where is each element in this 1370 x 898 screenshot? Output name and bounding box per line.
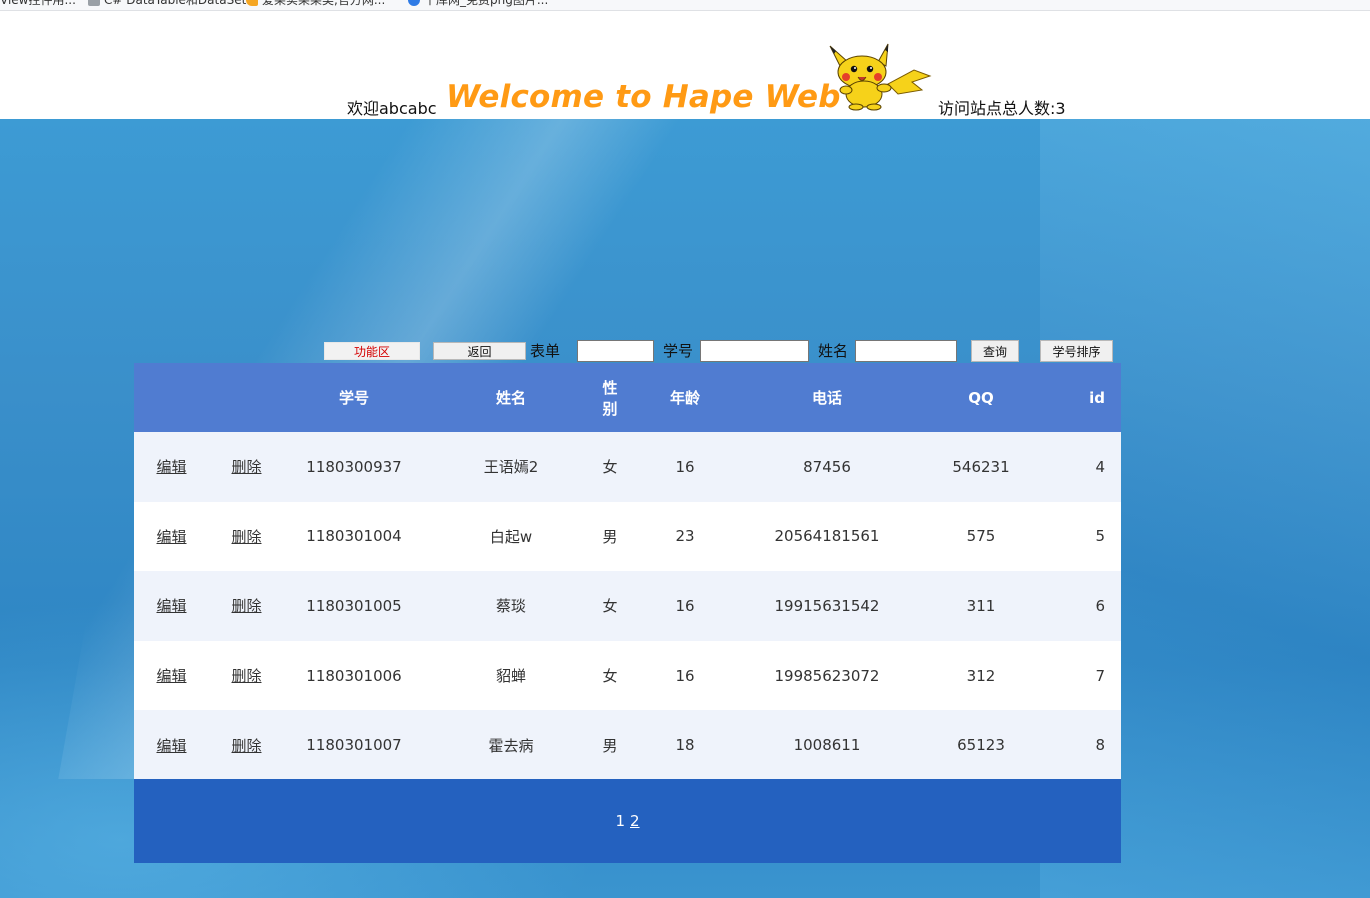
cell-gender: 男 <box>598 501 622 572</box>
table-header-row: 学号 姓名 性别 年龄 电话 QQ id <box>134 363 1121 432</box>
bookmarks-bar: View控件用... C# DataTable和DataSet... 爱果实果果… <box>0 0 1370 11</box>
cell-name: 貂蝉 <box>424 640 598 711</box>
cell-phone: 19985623072 <box>748 640 906 711</box>
cell-qq: 311 <box>906 571 1056 641</box>
bookmark-bird-icon <box>408 0 420 6</box>
table-row: 编辑 删除 1180300937 王语嫣2 女 16 87456 546231 … <box>134 432 1121 502</box>
cell-id: 5 <box>1056 501 1121 572</box>
cell-age: 16 <box>622 432 748 502</box>
pager-current-page: 1 <box>615 812 625 830</box>
column-header-gender: 性别 <box>598 363 622 432</box>
column-header-name: 姓名 <box>424 363 598 432</box>
name-input[interactable] <box>855 340 957 362</box>
cell-qq: 546231 <box>906 432 1056 502</box>
cell-id: 6 <box>1056 571 1121 641</box>
cell-phone: 20564181561 <box>748 501 906 572</box>
column-header-edit <box>134 363 209 432</box>
column-header-qq: QQ <box>906 363 1056 432</box>
column-header-id: id <box>1056 363 1121 432</box>
cell-phone: 1008611 <box>748 710 906 780</box>
visitor-count-text: 访问站点总人数:3 <box>938 99 1066 118</box>
cell-qq: 575 <box>906 501 1056 572</box>
bookmark-label: View控件用... <box>0 0 76 7</box>
pager-page-link[interactable]: 2 <box>630 812 640 830</box>
bookmark-item[interactable]: View控件用... <box>0 0 76 8</box>
cell-student-id: 1180300937 <box>284 432 424 502</box>
table-row: 编辑 删除 1180301006 貂蝉 女 16 19985623072 312… <box>134 640 1121 711</box>
cell-id: 8 <box>1056 710 1121 780</box>
cell-student-id: 1180301007 <box>284 710 424 780</box>
cell-name: 霍去病 <box>424 710 598 780</box>
bookmark-item[interactable]: 爱果实果果类,官方网... <box>246 0 385 8</box>
form-label: 表单 <box>530 342 561 360</box>
cell-age: 18 <box>622 710 748 780</box>
bookmark-flame-icon <box>246 0 258 6</box>
cell-student-id: 1180301005 <box>284 571 424 641</box>
pikachu-mascot-icon <box>829 43 932 111</box>
delete-link[interactable]: 删除 <box>231 737 261 755</box>
site-title: Welcome to Hape Web <box>446 79 841 115</box>
cell-age: 16 <box>622 640 748 711</box>
delete-link[interactable]: 删除 <box>231 528 261 546</box>
cell-name: 王语嫣2 <box>424 432 598 502</box>
name-label: 姓名 <box>818 342 849 360</box>
sort-by-student-id-button[interactable]: 学号排序 <box>1040 340 1113 362</box>
edit-link[interactable]: 编辑 <box>156 458 186 476</box>
cell-gender: 女 <box>598 640 622 711</box>
search-button[interactable]: 查询 <box>971 340 1019 362</box>
cell-qq: 312 <box>906 640 1056 711</box>
form-input[interactable] <box>577 340 654 362</box>
cell-gender: 男 <box>598 710 622 780</box>
site-header: 欢迎abcabc Welcome to Hape Web 访问站点总人数:3 <box>0 11 1370 119</box>
student-table: 学号 姓名 性别 年龄 电话 QQ id 编辑 删除 1180300937 王语… <box>134 363 1121 780</box>
delete-link[interactable]: 删除 <box>231 597 261 615</box>
cell-student-id: 1180301004 <box>284 501 424 572</box>
edit-link[interactable]: 编辑 <box>156 528 186 546</box>
cell-name: 白起w <box>424 501 598 572</box>
welcome-user-text: 欢迎abcabc <box>347 99 437 118</box>
student-id-input[interactable] <box>700 340 809 362</box>
table-pager: 1 2 <box>134 779 1121 863</box>
function-area-button[interactable]: 功能区 <box>324 342 420 360</box>
column-header-age: 年龄 <box>622 363 748 432</box>
edit-link[interactable]: 编辑 <box>156 667 186 685</box>
column-header-student-id: 学号 <box>284 363 424 432</box>
column-header-delete <box>209 363 284 432</box>
table-row: 编辑 删除 1180301005 蔡琰 女 16 19915631542 311… <box>134 571 1121 641</box>
cell-id: 7 <box>1056 640 1121 711</box>
edit-link[interactable]: 编辑 <box>156 597 186 615</box>
cell-gender: 女 <box>598 432 622 502</box>
cell-qq: 65123 <box>906 710 1056 780</box>
student-id-label: 学号 <box>663 342 694 360</box>
bookmark-page-icon <box>88 0 100 6</box>
cell-age: 23 <box>622 501 748 572</box>
cell-age: 16 <box>622 571 748 641</box>
search-toolbar: 功能区 返回 表单 学号 姓名 查询 学号排序 <box>0 339 1370 363</box>
cell-id: 4 <box>1056 432 1121 502</box>
cell-student-id: 1180301006 <box>284 640 424 711</box>
bookmark-item[interactable]: C# DataTable和DataSet... <box>88 0 258 8</box>
column-header-phone: 电话 <box>748 363 906 432</box>
bookmark-label: 爱果实果果类,官方网... <box>262 0 386 7</box>
edit-link[interactable]: 编辑 <box>156 737 186 755</box>
delete-link[interactable]: 删除 <box>231 458 261 476</box>
bookmark-label: C# DataTable和DataSet... <box>104 0 258 7</box>
bookmark-label: 千库网_免费png图片... <box>424 0 549 7</box>
table-row: 编辑 删除 1180301007 霍去病 男 18 1008611 65123 … <box>134 710 1121 780</box>
back-button[interactable]: 返回 <box>433 342 526 360</box>
table-row: 编辑 删除 1180301004 白起w 男 23 20564181561 57… <box>134 501 1121 572</box>
cell-name: 蔡琰 <box>424 571 598 641</box>
delete-link[interactable]: 删除 <box>231 667 261 685</box>
cell-phone: 87456 <box>748 432 906 502</box>
cell-phone: 19915631542 <box>748 571 906 641</box>
bookmark-item[interactable]: 千库网_免费png图片... <box>408 0 548 8</box>
cell-gender: 女 <box>598 571 622 641</box>
